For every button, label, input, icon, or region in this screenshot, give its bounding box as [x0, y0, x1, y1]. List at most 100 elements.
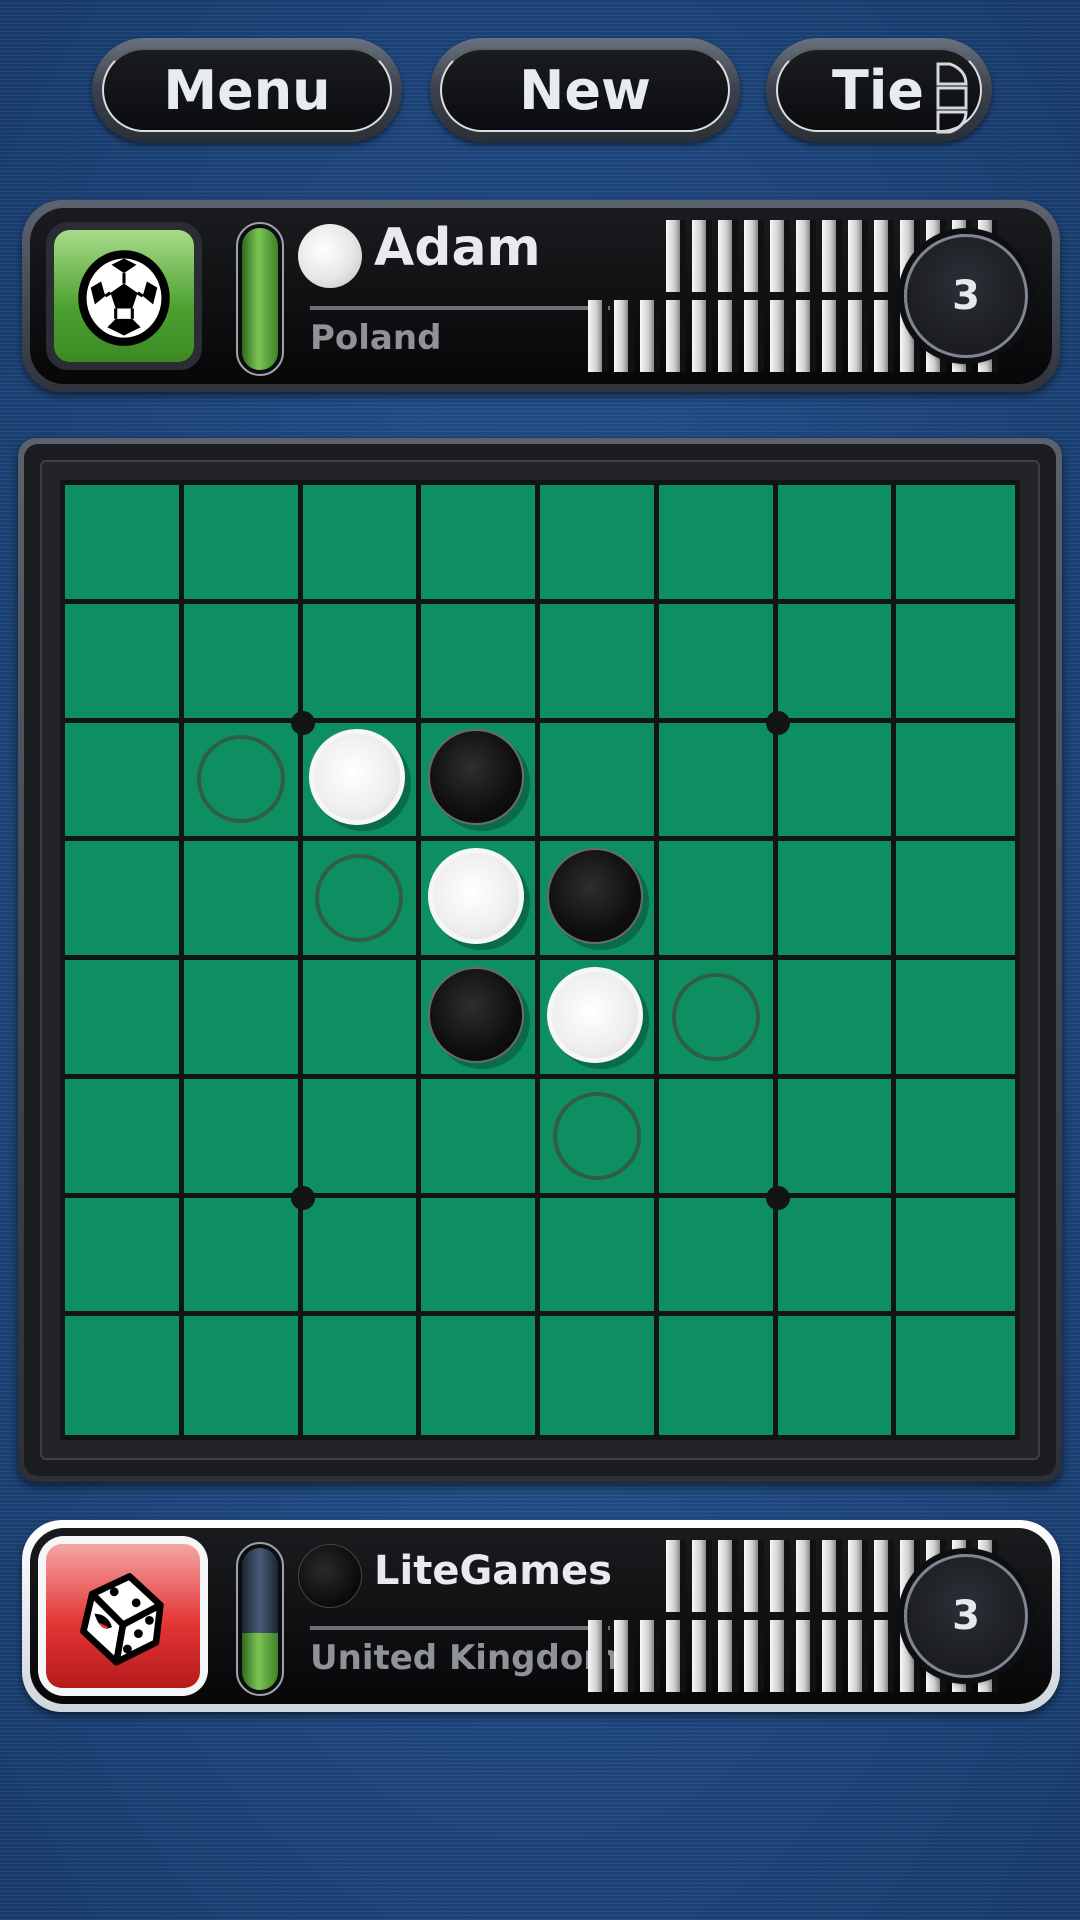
board-cell[interactable]: [777, 1316, 897, 1435]
new-game-button-label: New: [440, 48, 730, 132]
board-cell[interactable]: [421, 841, 540, 960]
board-cell[interactable]: [777, 841, 897, 960]
board-cell[interactable]: [777, 1197, 897, 1317]
tie-button-label: Tie: [832, 58, 924, 122]
board-cell[interactable]: [65, 485, 184, 604]
tie-button[interactable]: Tie: [766, 38, 992, 142]
stacked-disc: [718, 220, 738, 292]
star-point: [765, 710, 790, 735]
board-cell[interactable]: [896, 960, 1015, 1079]
player-name: Adam: [374, 218, 541, 278]
board-cell[interactable]: [777, 1078, 897, 1198]
stacked-disc: [848, 1620, 868, 1692]
stacked-disc: [770, 1540, 790, 1612]
board-cell[interactable]: [658, 603, 778, 723]
board-cell[interactable]: [302, 841, 422, 960]
menu-button[interactable]: Menu: [92, 38, 402, 142]
avatar[interactable]: [46, 1544, 200, 1688]
tie-offers-indicator-icon: [936, 62, 968, 134]
player-country: Poland: [310, 318, 442, 358]
valid-move-hint[interactable]: [196, 735, 285, 824]
board-cell[interactable]: [65, 722, 184, 842]
board-cell[interactable]: [65, 1197, 184, 1317]
board-cell[interactable]: [896, 485, 1015, 604]
board-cell[interactable]: [777, 485, 897, 604]
board-cell[interactable]: [777, 603, 897, 723]
stacked-disc: [744, 300, 764, 372]
board-cell[interactable]: [421, 1197, 540, 1317]
board-cell[interactable]: [65, 1316, 184, 1435]
board-cell[interactable]: [540, 841, 659, 960]
board-cell[interactable]: [421, 603, 540, 723]
board-cell[interactable]: [896, 603, 1015, 723]
board-cell[interactable]: [658, 1316, 778, 1435]
board-cell[interactable]: [302, 1197, 422, 1317]
stacked-disc: [640, 300, 660, 372]
board-cell[interactable]: [658, 485, 778, 604]
board-cell[interactable]: [183, 722, 303, 842]
valid-move-hint[interactable]: [671, 972, 760, 1061]
stacked-disc: [588, 300, 608, 372]
board-cell[interactable]: [65, 603, 184, 723]
black-disc: [428, 966, 525, 1063]
board-cell[interactable]: [421, 1316, 540, 1435]
board-cell[interactable]: [540, 960, 659, 1079]
board-cell[interactable]: [183, 1316, 303, 1435]
board-cell[interactable]: [65, 960, 184, 1079]
stacked-disc: [692, 300, 712, 372]
divider: [310, 1626, 610, 1630]
board-cell[interactable]: [777, 722, 897, 842]
board-cell[interactable]: [183, 603, 303, 723]
board-cell[interactable]: [658, 841, 778, 960]
board-cell[interactable]: [540, 1197, 659, 1317]
board-cell[interactable]: [302, 603, 422, 723]
board-cell[interactable]: [658, 1078, 778, 1198]
board-cell[interactable]: [896, 841, 1015, 960]
stacked-disc: [874, 1540, 894, 1612]
white-disc: [309, 729, 406, 826]
board-cell[interactable]: [302, 485, 422, 604]
board-cell[interactable]: [658, 960, 778, 1079]
board-cell[interactable]: [540, 1316, 659, 1435]
board-cell[interactable]: [658, 722, 778, 842]
board-cell[interactable]: [777, 960, 897, 1079]
board-cell[interactable]: [183, 841, 303, 960]
board-cell[interactable]: [183, 960, 303, 1079]
star-point: [765, 1185, 790, 1210]
board-cell[interactable]: [896, 1197, 1015, 1317]
turn-timer-fill: [242, 1633, 278, 1690]
board-cell[interactable]: [896, 1316, 1015, 1435]
board-cell[interactable]: [421, 722, 540, 842]
stacked-disc: [744, 1620, 764, 1692]
stacked-disc: [822, 1620, 842, 1692]
board-cell[interactable]: [421, 485, 540, 604]
board-cell[interactable]: [183, 1078, 303, 1198]
board-cell[interactable]: [65, 1078, 184, 1198]
board-cell[interactable]: [65, 841, 184, 960]
board-cell[interactable]: [302, 1316, 422, 1435]
board-cell[interactable]: [540, 722, 659, 842]
board-cell[interactable]: [540, 485, 659, 604]
stacked-disc: [666, 300, 686, 372]
board-cell[interactable]: [896, 722, 1015, 842]
board-cell[interactable]: [183, 485, 303, 604]
stacked-disc: [744, 1540, 764, 1612]
board-cell[interactable]: [302, 960, 422, 1079]
board-cell[interactable]: [540, 1078, 659, 1198]
board-cell[interactable]: [421, 960, 540, 1079]
board-cell[interactable]: [302, 722, 422, 842]
stacked-disc: [640, 1620, 660, 1692]
board-cell[interactable]: [658, 1197, 778, 1317]
board-cell[interactable]: [421, 1078, 540, 1198]
valid-move-hint[interactable]: [315, 854, 404, 943]
valid-move-hint[interactable]: [552, 1091, 641, 1180]
avatar[interactable]: [54, 230, 194, 362]
board-cell[interactable]: [302, 1078, 422, 1198]
new-game-button[interactable]: New: [430, 38, 740, 142]
board-cell[interactable]: [540, 603, 659, 723]
star-point: [290, 710, 315, 735]
score-badge: 3: [904, 1554, 1028, 1678]
board-cell[interactable]: [896, 1078, 1015, 1198]
stacked-disc: [796, 1540, 816, 1612]
board-cell[interactable]: [183, 1197, 303, 1317]
